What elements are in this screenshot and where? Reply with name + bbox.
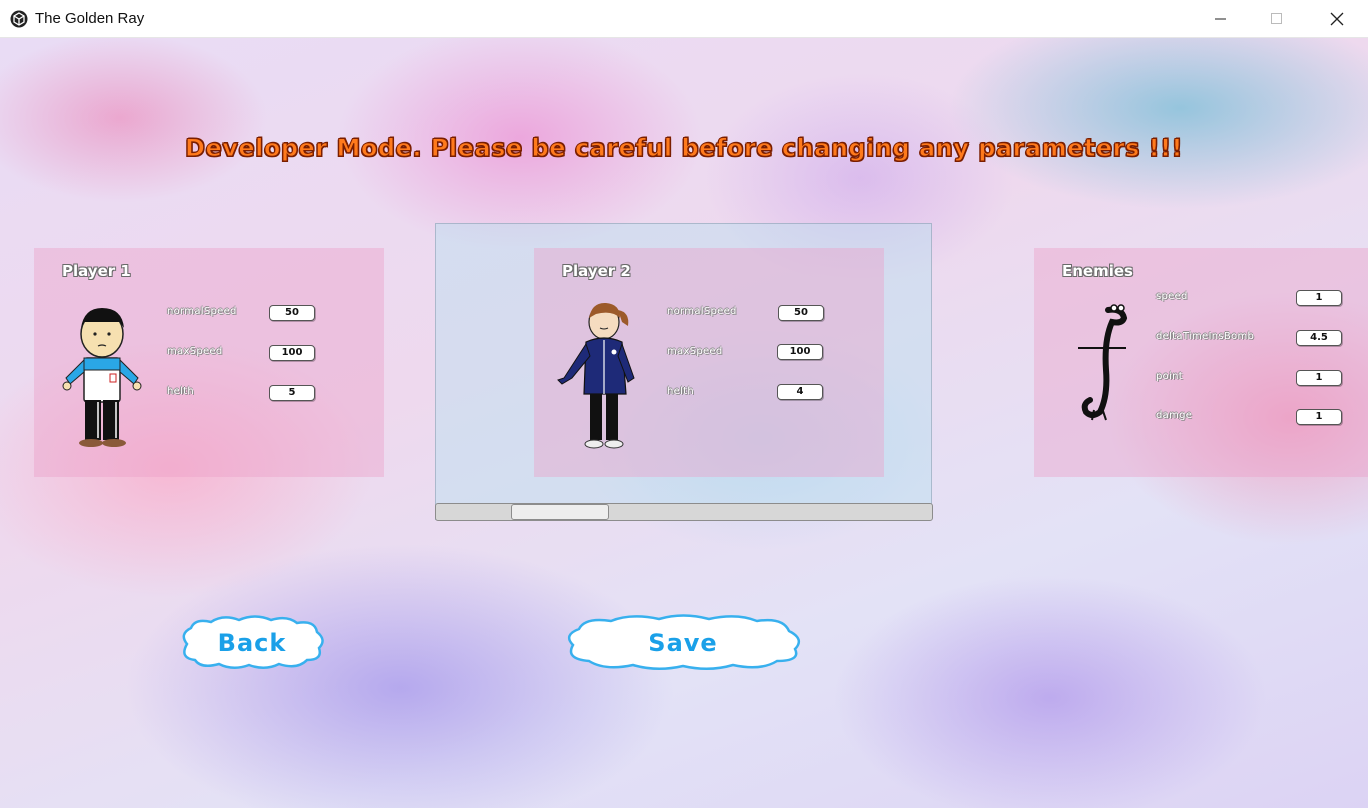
param-label-deltatimeinsbomb: deltaTimeInsBomb: [1156, 331, 1255, 342]
player1-character-image: [62, 308, 142, 447]
minimize-icon: [1215, 18, 1226, 20]
player2-health-input[interactable]: 4: [777, 384, 823, 400]
close-button[interactable]: [1314, 0, 1360, 38]
save-button[interactable]: Save: [561, 613, 805, 673]
param-label-maxspeed: maxSpeed: [167, 346, 223, 357]
enemy-damage-input[interactable]: 1: [1296, 409, 1342, 425]
player1-normalspeed-input[interactable]: 50: [269, 305, 315, 321]
param-label-health: helth: [667, 386, 695, 397]
player2-maxspeed-input[interactable]: 100: [777, 344, 823, 360]
maximize-icon: [1271, 13, 1282, 24]
player1-panel: Player 1 normalSpeed 50 maxSpeed 100 hel…: [34, 248, 384, 477]
game-canvas: Developer Mode. Please be careful before…: [0, 38, 1368, 808]
param-label-health: helth: [167, 386, 195, 397]
player1-title: Player 1: [62, 262, 131, 280]
back-button-label: Back: [217, 629, 287, 657]
player2-normalspeed-input[interactable]: 50: [778, 305, 824, 321]
param-label-normalspeed: normalSpeed: [667, 306, 737, 317]
close-icon: [1330, 12, 1344, 26]
param-label-damage: damge: [1156, 410, 1193, 421]
enemies-panel: Enemies speed 1 deltaTimeInsBomb 4.5 poi…: [1034, 248, 1368, 477]
horizontal-scrollbar[interactable]: [435, 503, 933, 521]
unity-cube-icon: [10, 10, 28, 28]
developer-mode-warning: Developer Mode. Please be careful before…: [185, 134, 1183, 163]
player1-health-input[interactable]: 5: [269, 385, 315, 401]
enemy-speed-input[interactable]: 1: [1296, 290, 1342, 306]
enemy-point-input[interactable]: 1: [1296, 370, 1342, 386]
param-label-maxspeed: maxSpeed: [667, 346, 723, 357]
scrollbar-thumb[interactable]: [511, 504, 609, 520]
enemies-title: Enemies: [1062, 262, 1133, 280]
maximize-button[interactable]: [1254, 0, 1300, 38]
param-label-speed: speed: [1156, 291, 1188, 302]
player1-maxspeed-input[interactable]: 100: [269, 345, 315, 361]
param-label-point: point: [1156, 371, 1184, 382]
enemy-character-image: [1078, 304, 1128, 421]
save-button-label: Save: [648, 629, 718, 657]
enemy-deltatimeinsbomb-input[interactable]: 4.5: [1296, 330, 1342, 346]
back-button[interactable]: Back: [177, 614, 327, 672]
param-label-normalspeed: normalSpeed: [167, 306, 237, 317]
player2-title: Player 2: [562, 262, 631, 280]
window-title: The Golden Ray: [35, 10, 145, 27]
player2-character-image: [557, 302, 635, 449]
window-titlebar: The Golden Ray: [0, 0, 1368, 38]
player2-panel: Player 2 normalSpeed 50 maxSpeed 100 hel…: [534, 248, 884, 477]
minimize-button[interactable]: [1198, 0, 1244, 38]
